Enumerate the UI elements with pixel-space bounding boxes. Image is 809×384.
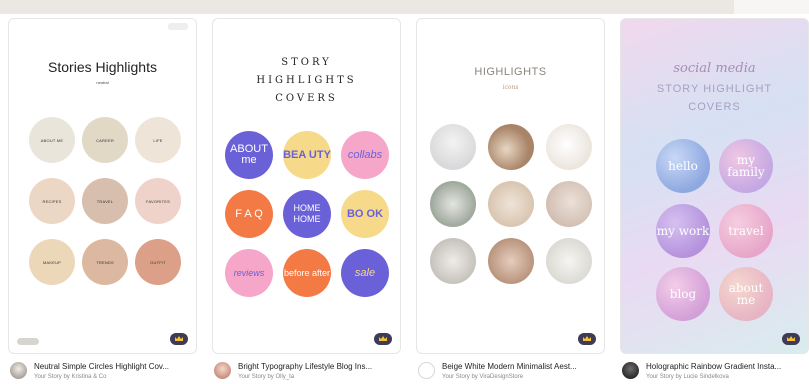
template-title[interactable]: Holographic Rainbow Gradient Insta... (646, 362, 806, 371)
flower-vase-icon (430, 124, 476, 170)
highlight-circle: OUTFIT (135, 239, 181, 285)
highlight-circle: hello (656, 139, 710, 193)
tag-top (168, 23, 188, 30)
pro-crown-icon (170, 333, 188, 345)
highlight-circle: BEA UTY (283, 131, 331, 179)
template-author[interactable]: Your Story by Olly_ta (238, 374, 294, 380)
template-title[interactable]: Beige White Modern Minimalist Aest... (442, 362, 610, 371)
coffee-cup-icon (546, 124, 592, 170)
card-title: HIGHLIGHTS (474, 66, 547, 78)
highlight-circle: TRAVEL (82, 178, 128, 224)
highlight-circle: TRENDS (82, 239, 128, 285)
hand-flower-icon (488, 238, 534, 284)
highlight-circle: collabs (341, 131, 389, 179)
avatar[interactable] (10, 362, 27, 379)
highlight-circle: my work (656, 204, 710, 258)
highlight-circle: CAREER (82, 117, 128, 163)
highlight-circle: BO OK (341, 190, 389, 238)
avatar[interactable] (214, 362, 231, 379)
highlight-circle: RECIPES (29, 178, 75, 224)
template-card-beige-minimalist[interactable]: HIGHLIGHTS icons (416, 18, 605, 354)
template-title[interactable]: Neutral Simple Circles Highlight Cov... (34, 362, 202, 371)
card-footer[interactable]: Beige White Modern Minimalist Aest... Yo… (418, 360, 613, 384)
books-icon (430, 238, 476, 284)
avatar[interactable] (622, 362, 639, 379)
highlight-circle: my family (719, 139, 773, 193)
ceramic-bowl-icon (488, 181, 534, 227)
card-title-line: STORY (281, 57, 332, 68)
clock-icon (546, 181, 592, 227)
avatar[interactable] (418, 362, 435, 379)
vases-icon (488, 124, 534, 170)
pro-crown-icon (578, 333, 596, 345)
card-footer[interactable]: Bright Typography Lifestyle Blog Ins... … (214, 360, 409, 384)
card-title-line: COVERS (275, 93, 338, 104)
plant-icon (430, 181, 476, 227)
card-footer[interactable]: Neutral Simple Circles Highlight Cov... … (10, 360, 205, 384)
highlight-circle: travel (719, 204, 773, 258)
template-author[interactable]: Your Story by ViraDesignStore (442, 374, 523, 380)
highlight-circle: ABOUT me (225, 131, 273, 179)
highlight-circle: F A Q (225, 190, 273, 238)
card-footer[interactable]: Holographic Rainbow Gradient Insta... Yo… (622, 360, 809, 384)
badge-tag (17, 338, 39, 345)
highlight-circle: LIFE (135, 117, 181, 163)
card-title-line: STORY HIGHLIGHT (656, 83, 773, 95)
card-subtitle: neutral (96, 80, 109, 85)
pro-crown-icon (374, 333, 392, 345)
template-author[interactable]: Your Story by Lucie Sindelkova (646, 374, 729, 380)
card-title-line: COVERS (688, 101, 741, 113)
highlight-circle: sale (341, 249, 389, 297)
highlight-circle: about me (719, 267, 773, 321)
template-card-neutral[interactable]: Stories Highlights neutral ABOUT ME CARE… (8, 18, 197, 354)
card-title-line: HIGHLIGHTS (256, 75, 357, 86)
pro-crown-icon (782, 333, 800, 345)
top-bar-right (734, 0, 809, 14)
highlight-circle: ABOUT ME (29, 117, 75, 163)
template-title[interactable]: Bright Typography Lifestyle Blog Ins... (238, 362, 406, 371)
card-subtitle: icons (502, 84, 519, 91)
highlight-circle: MAKEUP (29, 239, 75, 285)
highlight-circle: before after (283, 249, 331, 297)
card-title: Stories Highlights (48, 59, 157, 75)
highlight-circle: HOME HOME (283, 190, 331, 238)
template-card-bright-typography[interactable]: STORY HIGHLIGHTS COVERS ABOUT me BEA UTY… (212, 18, 401, 354)
white-flowers-icon (546, 238, 592, 284)
highlight-circle: FAVORITES (135, 178, 181, 224)
template-card-holographic[interactable]: social media STORY HIGHLIGHT COVERS hell… (620, 18, 809, 354)
card-script-title: social media (673, 61, 756, 76)
top-bar (0, 0, 734, 14)
template-author[interactable]: Your Story by Kristina & Co (34, 374, 106, 380)
highlight-circle: reviews (225, 249, 273, 297)
highlight-circle: blog (656, 267, 710, 321)
